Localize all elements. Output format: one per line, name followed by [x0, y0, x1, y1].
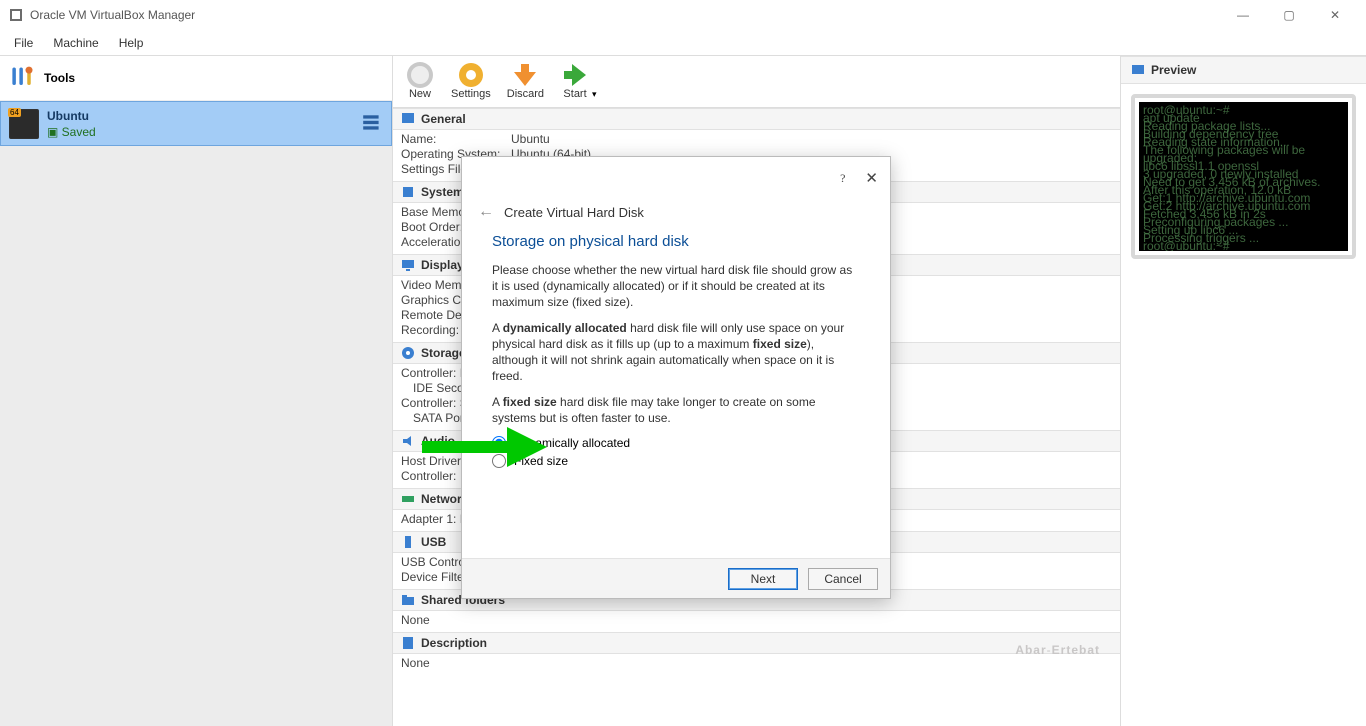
app-title: Oracle VM VirtualBox Manager	[30, 8, 195, 22]
new-icon	[405, 60, 435, 90]
radio-dynamically-allocated[interactable]	[492, 436, 506, 450]
vmlist-entry-ubuntu[interactable]: Ubuntu ▣ Saved	[0, 101, 392, 146]
dialog-paragraph-1: Please choose whether the new virtual ha…	[492, 262, 860, 310]
dialog-paragraph-2: A dynamically allocated hard disk file w…	[492, 320, 860, 384]
start-arrow-icon	[560, 60, 590, 90]
menu-machine[interactable]: Machine	[43, 32, 108, 54]
radio-fixed-size-label[interactable]: Fixed size	[514, 454, 568, 468]
settings-gear-icon	[456, 60, 486, 90]
section-preview: Preview	[1121, 56, 1366, 84]
dialog-breadcrumb: Create Virtual Hard Disk	[504, 205, 644, 220]
window-minimize-button[interactable]: —	[1220, 0, 1266, 30]
menubar: File Machine Help	[0, 30, 1366, 56]
window-maximize-button[interactable]: ▢	[1266, 0, 1312, 30]
storage-disk-icon	[401, 346, 415, 360]
menu-file[interactable]: File	[4, 32, 43, 54]
display-monitor-icon	[401, 258, 415, 272]
preview-panel: Preview root@ubuntu:~#apt updateReading …	[1120, 56, 1366, 726]
titlebar: Oracle VM VirtualBox Manager — ▢ ✕	[0, 0, 1366, 30]
dialog-cancel-button[interactable]: Cancel	[808, 568, 878, 590]
audio-speaker-icon	[401, 434, 415, 448]
vm-entry-menu-icon[interactable]	[361, 112, 383, 134]
preview-thumbnail[interactable]: root@ubuntu:~#apt updateReading package …	[1131, 94, 1356, 259]
section-general[interactable]: General	[393, 108, 1120, 130]
ubuntu-os-icon	[9, 109, 39, 139]
preview-icon	[1131, 63, 1145, 77]
tools-label: Tools	[44, 71, 75, 85]
toolbar-new[interactable]: New	[399, 60, 441, 100]
network-card-icon	[401, 492, 415, 506]
system-chip-icon	[401, 185, 415, 199]
vm-name: Ubuntu	[47, 109, 96, 123]
sidebar-tools[interactable]: Tools	[0, 56, 392, 101]
toolbar-settings[interactable]: Settings	[445, 60, 497, 100]
description-icon	[401, 636, 415, 650]
details-panel: New Settings Discard Start ▾	[393, 56, 1120, 726]
dialog-help-button[interactable]: ?	[840, 171, 845, 186]
discard-arrow-icon	[510, 60, 540, 90]
toolbar: New Settings Discard Start ▾	[393, 56, 1120, 108]
menu-help[interactable]: Help	[109, 32, 154, 54]
dialog-close-button[interactable]: ✕	[865, 169, 878, 187]
virtualbox-app-icon	[8, 7, 24, 23]
tools-icon	[8, 64, 36, 92]
toolbar-discard[interactable]: Discard	[501, 60, 550, 100]
radio-dynamically-allocated-label[interactable]: Dynamically allocated	[514, 436, 630, 450]
folder-icon	[401, 593, 415, 607]
window-close-button[interactable]: ✕	[1312, 0, 1358, 30]
dialog-paragraph-3: A fixed size hard disk file may take lon…	[492, 394, 860, 426]
vm-state: Saved	[62, 125, 96, 139]
section-description[interactable]: Description	[393, 632, 1120, 654]
dialog-next-button[interactable]: Next	[728, 568, 798, 590]
dialog-heading: Storage on physical hard disk	[492, 233, 860, 250]
usb-icon	[401, 535, 415, 549]
create-virtual-hard-disk-dialog: ? ✕ ← Create Virtual Hard Disk Storage o…	[461, 156, 891, 599]
radio-fixed-size[interactable]	[492, 454, 506, 468]
start-dropdown-icon[interactable]: ▾	[592, 89, 597, 100]
toolbar-start[interactable]: Start ▾	[554, 60, 603, 100]
dialog-back-icon[interactable]: ←	[478, 203, 494, 221]
sidebar: Tools Ubuntu ▣ Saved	[0, 56, 393, 726]
general-icon	[401, 112, 415, 126]
